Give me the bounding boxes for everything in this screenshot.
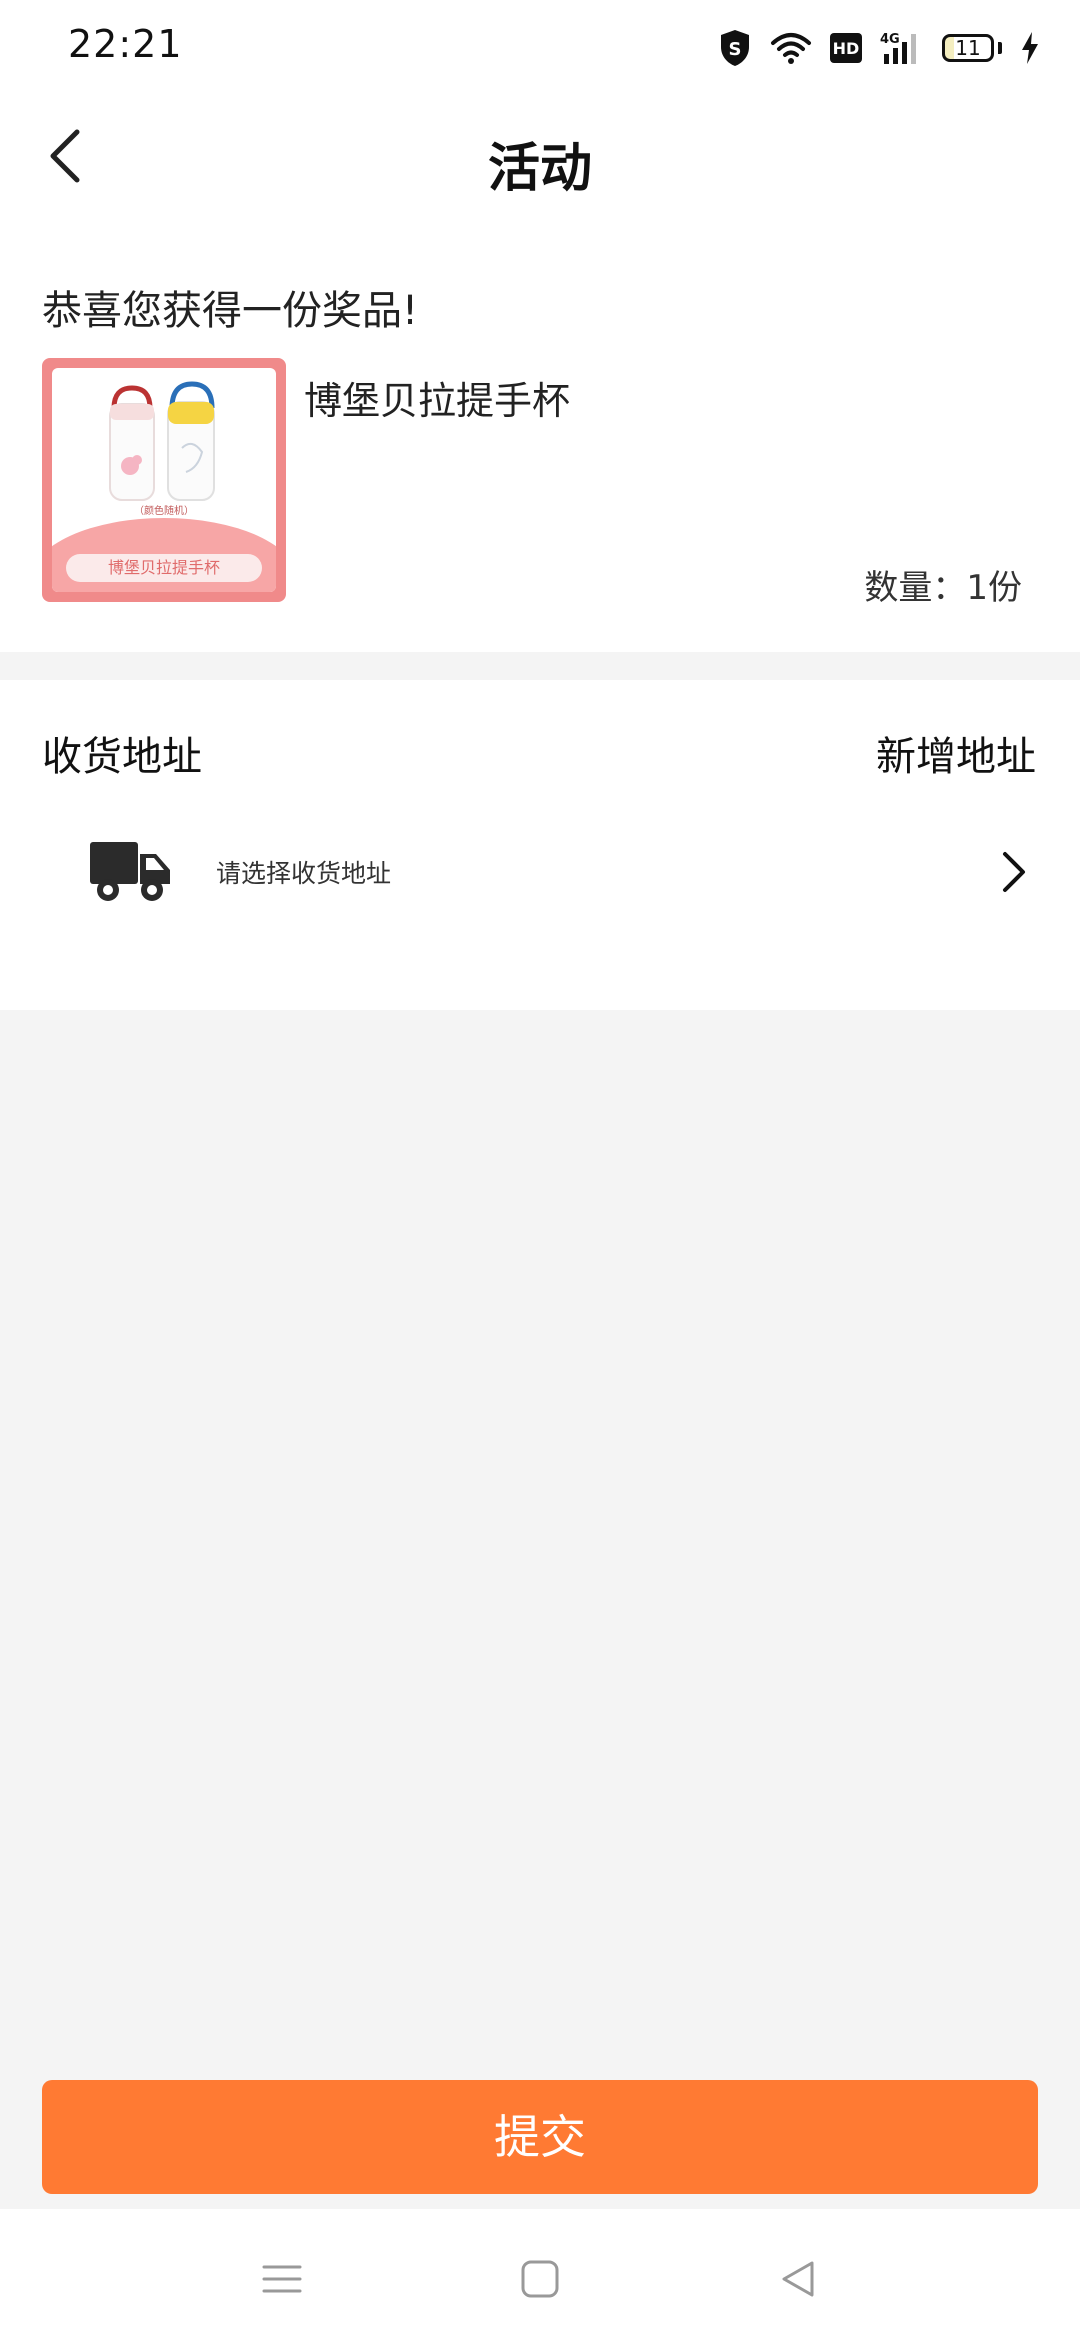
address-title: 收货地址: [42, 734, 202, 780]
prize-quantity: 数量：1份: [864, 568, 1022, 608]
navigation-bar: [0, 2209, 1080, 2341]
prize-image-banner: 博堡贝拉提手杯: [66, 554, 262, 582]
header: 活动: [0, 96, 1080, 226]
charging-icon: [1020, 32, 1040, 64]
prize-card: 恭喜您获得一份奖品! （颜色随机） 博堡贝拉提手杯 博堡贝拉提手杯 数量：1份: [0, 226, 1080, 652]
status-bar: 22:21 S HD 4G 11: [0, 0, 1080, 96]
prize-image-caption: （颜色随机）: [134, 506, 194, 517]
page-title: 活动: [487, 139, 592, 199]
submit-button[interactable]: 提交: [42, 2080, 1038, 2194]
signal-4g-icon: 4G: [880, 30, 924, 66]
truck-icon: [90, 836, 170, 910]
menu-icon[interactable]: [252, 2249, 312, 2309]
shield-icon: S: [718, 28, 752, 68]
back-triangle-icon[interactable]: [768, 2249, 828, 2309]
svg-text:S: S: [729, 39, 742, 60]
hd-icon: HD: [830, 33, 862, 63]
home-icon[interactable]: [510, 2249, 570, 2309]
prize-image: （颜色随机） 博堡贝拉提手杯: [42, 358, 286, 602]
address-placeholder: 请选择收货地址: [216, 859, 392, 888]
wifi-icon: [770, 31, 812, 65]
status-time: 22:21: [68, 22, 183, 66]
svg-text:4G: 4G: [880, 32, 900, 47]
hd-label: HD: [833, 39, 860, 58]
battery-icon: 11: [942, 34, 1002, 62]
add-address-button[interactable]: 新增地址: [876, 724, 1036, 782]
prize-heading: 恭喜您获得一份奖品!: [42, 288, 419, 334]
status-icons: S HD 4G 11: [718, 26, 1040, 70]
prize-name: 博堡贝拉提手杯: [304, 379, 571, 423]
select-address-row[interactable]: 请选择收货地址: [0, 820, 1080, 930]
address-section: 收货地址 新增地址 请选择收货地址: [0, 680, 1080, 1010]
chevron-right-icon: [1000, 850, 1028, 898]
battery-level: 11: [942, 34, 994, 62]
